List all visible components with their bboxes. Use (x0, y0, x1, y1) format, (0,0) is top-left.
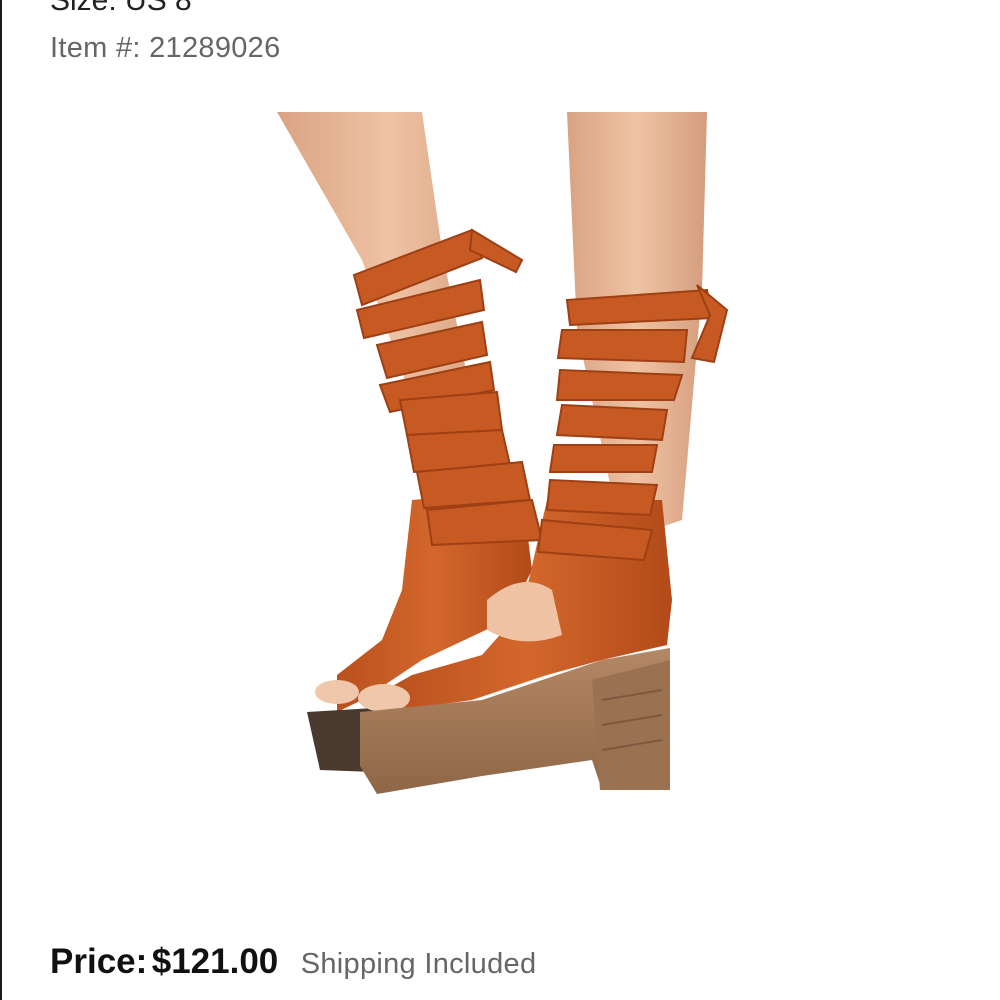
left-toes (315, 680, 359, 704)
price-row: Price: $121.00 Shipping Included (50, 942, 536, 982)
shipping-text: Shipping Included (300, 948, 537, 980)
left-leg-straps (352, 228, 544, 547)
right-toes (358, 684, 410, 712)
size-text: Size: US 8 (50, 0, 192, 17)
price-value: $121.00 (151, 942, 279, 981)
item-number-text: Item #: 21289026 (50, 32, 281, 64)
right-leg (567, 112, 707, 540)
listing-page: Size: US 8 Item #: 21289026 Price: $121.… (0, 0, 1000, 1000)
price-label: Price: (50, 942, 148, 981)
product-image[interactable] (2, 100, 1000, 840)
